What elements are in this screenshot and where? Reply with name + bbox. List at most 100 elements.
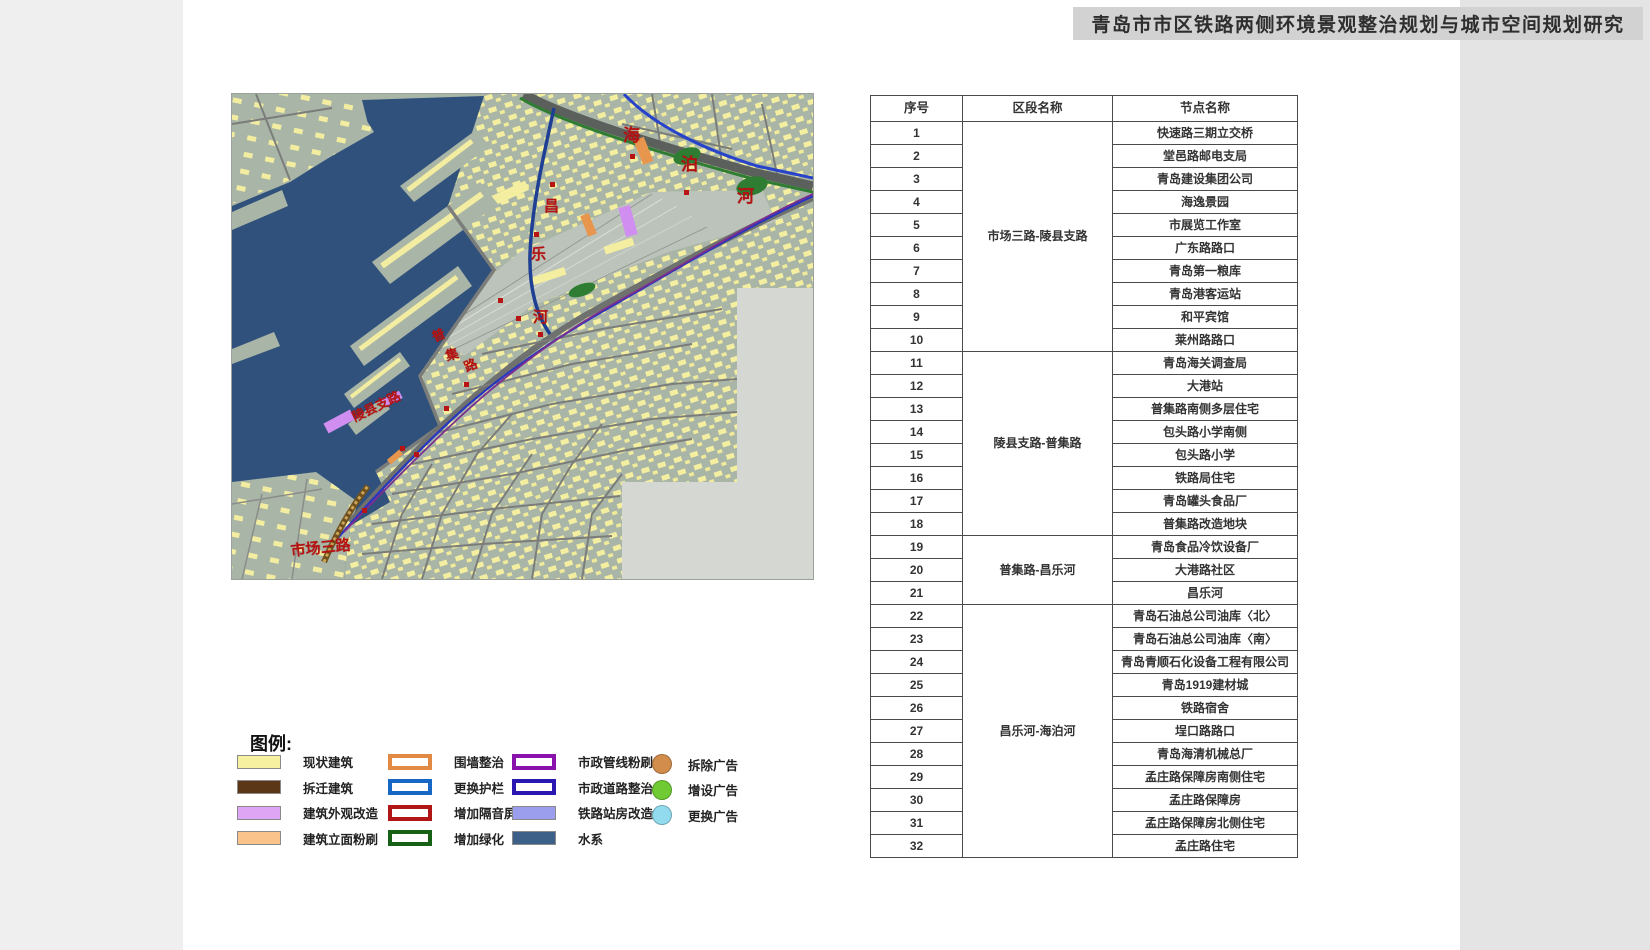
table-row: 11陵县支路-普集路青岛海关调查局 bbox=[871, 352, 1298, 375]
cell-index: 20 bbox=[871, 559, 963, 582]
cell-index: 15 bbox=[871, 444, 963, 467]
map-label: 海 bbox=[623, 127, 640, 144]
cell-node: 广东路路口 bbox=[1113, 237, 1298, 260]
legend-item: 拆迁建筑 bbox=[237, 778, 353, 797]
map-label: 乐 bbox=[531, 247, 546, 262]
cell-index: 13 bbox=[871, 398, 963, 421]
title-bar: 青岛市市区铁路两侧环境景观整治规划与城市空间规划研究 bbox=[1073, 7, 1643, 40]
legend-label: 增加绿化 bbox=[454, 829, 504, 848]
cell-index: 23 bbox=[871, 628, 963, 651]
table-header-row: 序号 区段名称 节点名称 bbox=[871, 96, 1298, 122]
legend-item: 增设广告 bbox=[652, 780, 738, 800]
map-image bbox=[232, 94, 813, 579]
cell-index: 21 bbox=[871, 582, 963, 605]
cell-index: 12 bbox=[871, 375, 963, 398]
legend-label: 现状建筑 bbox=[303, 752, 353, 771]
table-row: 1市场三路-陵县支路快速路三期立交桥 bbox=[871, 122, 1298, 145]
railing-replacement-swatch-icon bbox=[388, 779, 432, 795]
cell-index: 31 bbox=[871, 812, 963, 835]
cell-index: 9 bbox=[871, 306, 963, 329]
cell-node: 青岛青顺石化设备工程有限公司 bbox=[1113, 651, 1298, 674]
map-label: 河 bbox=[737, 188, 754, 205]
cell-node: 堂邑路邮电支局 bbox=[1113, 145, 1298, 168]
cell-index: 17 bbox=[871, 490, 963, 513]
cell-node: 铁路宿舍 bbox=[1113, 697, 1298, 720]
map-label: 昌 bbox=[544, 199, 559, 214]
cell-index: 1 bbox=[871, 122, 963, 145]
cell-node: 市展览工作室 bbox=[1113, 214, 1298, 237]
legend-label: 水系 bbox=[578, 829, 603, 848]
cell-index: 28 bbox=[871, 743, 963, 766]
map-legend: 图例: 现状建筑拆迁建筑建筑外观改造建筑立面粉刷围墙整治更换护栏增加隔音屏增加绿… bbox=[237, 705, 797, 905]
legend-item: 更换护栏 bbox=[388, 778, 504, 797]
legend-label: 建筑外观改造 bbox=[303, 803, 378, 822]
legend-label: 更换广告 bbox=[688, 806, 738, 825]
cell-index: 18 bbox=[871, 513, 963, 536]
replace-ad-dot-icon bbox=[652, 805, 672, 825]
col-header-index: 序号 bbox=[871, 96, 963, 122]
existing-building-swatch-icon bbox=[237, 755, 281, 769]
col-header-node: 节点名称 bbox=[1113, 96, 1298, 122]
page-title: 青岛市市区铁路两侧环境景观整治规划与城市空间规划研究 bbox=[1091, 10, 1624, 37]
cell-node: 青岛第一粮库 bbox=[1113, 260, 1298, 283]
legend-item: 铁路站房改造 bbox=[512, 803, 653, 822]
cell-node: 莱州路路口 bbox=[1113, 329, 1298, 352]
legend-item: 增加隔音屏 bbox=[388, 803, 517, 822]
cell-node: 快速路三期立交桥 bbox=[1113, 122, 1298, 145]
cell-node: 孟庄路保障房北侧住宅 bbox=[1113, 812, 1298, 835]
remove-ad-dot-icon bbox=[652, 754, 672, 774]
legend-label: 增设广告 bbox=[688, 780, 738, 799]
pipeline-painting-swatch-icon bbox=[512, 754, 556, 770]
station-renovation-swatch-icon bbox=[512, 806, 556, 820]
cell-node: 青岛建设集团公司 bbox=[1113, 168, 1298, 191]
legend-label: 市政管线粉刷 bbox=[578, 752, 653, 771]
map-label: 河 bbox=[533, 310, 548, 325]
cell-node: 普集路改造地块 bbox=[1113, 513, 1298, 536]
cell-index: 4 bbox=[871, 191, 963, 214]
cell-node: 包头路小学南侧 bbox=[1113, 421, 1298, 444]
cell-node: 孟庄路住宅 bbox=[1113, 835, 1298, 858]
cell-section: 市场三路-陵县支路 bbox=[963, 122, 1113, 352]
cell-node: 青岛罐头食品厂 bbox=[1113, 490, 1298, 513]
node-table: 序号 区段名称 节点名称 1市场三路-陵县支路快速路三期立交桥2堂邑路邮电支局3… bbox=[870, 95, 1298, 858]
cell-node: 昌乐河 bbox=[1113, 582, 1298, 605]
cell-node: 青岛食品冷饮设备厂 bbox=[1113, 536, 1298, 559]
cell-index: 22 bbox=[871, 605, 963, 628]
cell-node: 铁路局住宅 bbox=[1113, 467, 1298, 490]
cell-node: 埕口路路口 bbox=[1113, 720, 1298, 743]
content-panel: 青岛市市区铁路两侧环境景观整治规划与城市空间规划研究 bbox=[183, 0, 1460, 950]
legend-item: 市政道路整治 bbox=[512, 778, 653, 797]
legend-label: 拆除广告 bbox=[688, 755, 738, 774]
facade-renovation-swatch-icon bbox=[237, 806, 281, 820]
cell-index: 10 bbox=[871, 329, 963, 352]
cell-node: 青岛1919建材城 bbox=[1113, 674, 1298, 697]
cell-node: 青岛海清机械总厂 bbox=[1113, 743, 1298, 766]
cell-node: 孟庄路保障房 bbox=[1113, 789, 1298, 812]
cell-index: 16 bbox=[871, 467, 963, 490]
legend-label: 围墙整治 bbox=[454, 752, 504, 771]
legend-label: 增加隔音屏 bbox=[454, 803, 517, 822]
cell-index: 19 bbox=[871, 536, 963, 559]
legend-item: 建筑外观改造 bbox=[237, 803, 378, 822]
greening-swatch-icon bbox=[388, 830, 432, 846]
cell-index: 11 bbox=[871, 352, 963, 375]
cell-node: 青岛石油总公司油库〈南〉 bbox=[1113, 628, 1298, 651]
cell-node: 普集路南侧多层住宅 bbox=[1113, 398, 1298, 421]
cell-index: 8 bbox=[871, 283, 963, 306]
cell-node: 青岛海关调查局 bbox=[1113, 352, 1298, 375]
legend-item: 市政管线粉刷 bbox=[512, 752, 653, 771]
cell-node: 青岛港客运站 bbox=[1113, 283, 1298, 306]
legend-item: 现状建筑 bbox=[237, 752, 353, 771]
cell-index: 25 bbox=[871, 674, 963, 697]
legend-item: 更换广告 bbox=[652, 805, 738, 825]
facade-painting-swatch-icon bbox=[237, 831, 281, 845]
cell-index: 6 bbox=[871, 237, 963, 260]
cell-index: 32 bbox=[871, 835, 963, 858]
cell-node: 大港路社区 bbox=[1113, 559, 1298, 582]
col-header-section: 区段名称 bbox=[963, 96, 1113, 122]
cell-index: 7 bbox=[871, 260, 963, 283]
cell-node: 和平宾馆 bbox=[1113, 306, 1298, 329]
cell-index: 2 bbox=[871, 145, 963, 168]
legend-label: 更换护栏 bbox=[454, 778, 504, 797]
legend-item: 拆除广告 bbox=[652, 754, 738, 774]
